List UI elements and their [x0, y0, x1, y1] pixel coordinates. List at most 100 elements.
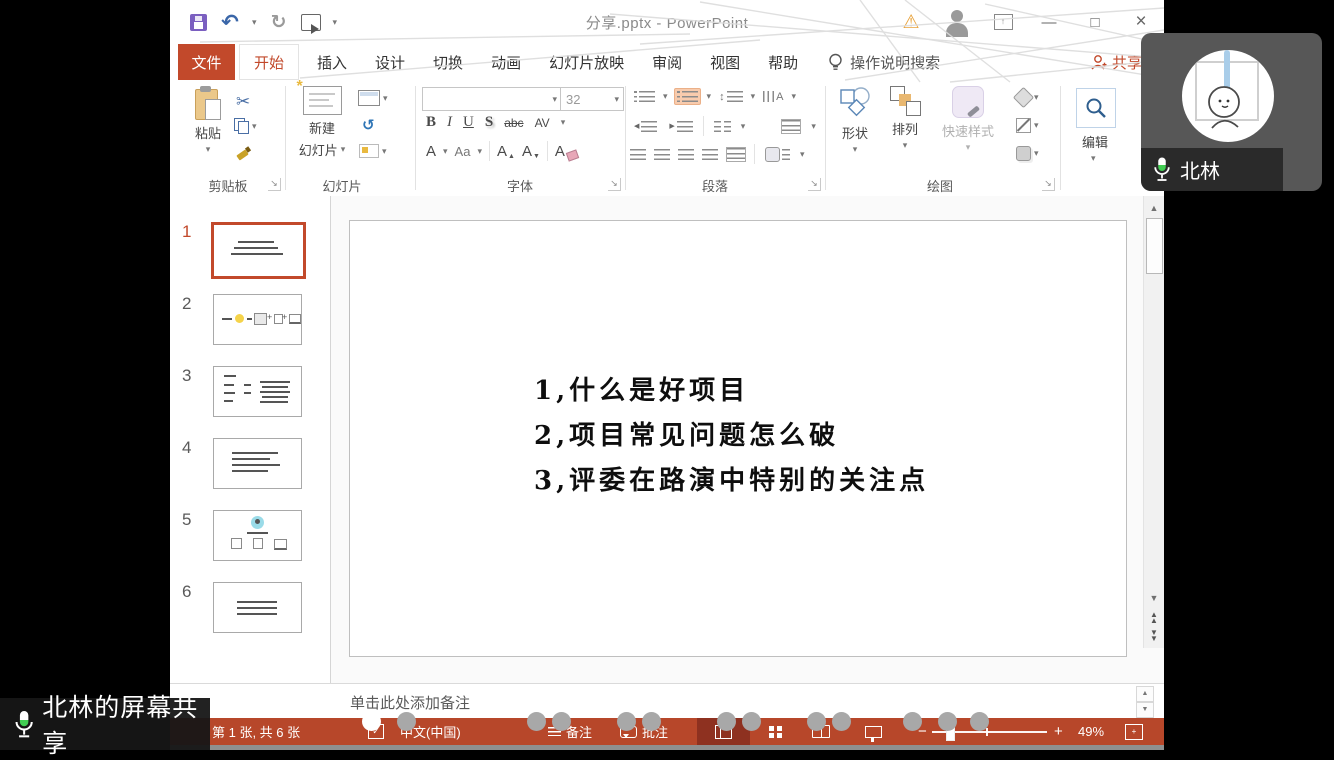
- character-spacing-button[interactable]: AV: [535, 116, 550, 130]
- shrink-font-button[interactable]: A▼: [522, 143, 540, 160]
- comments-toggle-button[interactable]: 批注: [620, 718, 668, 745]
- tab-home[interactable]: 开始: [239, 44, 299, 80]
- tab-insert[interactable]: 插入: [303, 44, 361, 80]
- slideshow-view-button[interactable]: [856, 718, 890, 745]
- scrollbar-thumb[interactable]: [1146, 218, 1163, 274]
- new-slide-button[interactable]: * 新建 幻灯片▾: [294, 86, 350, 159]
- proofing-button[interactable]: ✓: [368, 718, 384, 745]
- justify-button[interactable]: [702, 149, 718, 160]
- thumbnail-slide-6[interactable]: [213, 582, 302, 633]
- shape-effects-button[interactable]: ▾: [1016, 146, 1039, 161]
- reset-slide-button[interactable]: ↻: [362, 116, 375, 134]
- line-spacing-button[interactable]: ↕: [717, 89, 745, 105]
- tab-file[interactable]: 文件: [178, 44, 235, 80]
- align-text-button[interactable]: [779, 117, 803, 136]
- drawing-dialog-launcher[interactable]: ↘: [1042, 178, 1055, 191]
- change-case-button[interactable]: Aa: [455, 144, 471, 159]
- notes-scroll-up-icon[interactable]: ▲: [1136, 686, 1154, 702]
- section-button[interactable]: ▾: [359, 144, 387, 158]
- align-center-button[interactable]: [654, 149, 670, 160]
- thumbnail-slide-5[interactable]: [213, 510, 302, 561]
- slide-line-3[interactable]: 3,评委在路演中特别的关注点: [534, 459, 929, 504]
- zoom-out-button[interactable]: −: [918, 718, 927, 745]
- scroll-down-icon[interactable]: ▼: [1146, 590, 1162, 606]
- slide-layout-button[interactable]: ▾: [358, 90, 388, 106]
- tab-design[interactable]: 设计: [361, 44, 419, 80]
- thumbnail-slide-2[interactable]: + +: [213, 294, 302, 345]
- italic-button[interactable]: I: [447, 114, 452, 131]
- align-right-button[interactable]: [678, 149, 694, 160]
- account-button[interactable]: [934, 0, 980, 44]
- tab-transitions[interactable]: 切换: [419, 44, 477, 80]
- shape-fill-button[interactable]: ▾: [1016, 90, 1039, 105]
- thumbnail-slide-3[interactable]: [213, 366, 302, 417]
- maximize-button[interactable]: □: [1072, 0, 1118, 44]
- ribbon-display-options-button[interactable]: ↑: [980, 0, 1026, 44]
- slide-line-2[interactable]: 2,项目常见问题怎么破: [534, 414, 929, 459]
- normal-view-button[interactable]: [697, 718, 750, 745]
- slide-line-1[interactable]: 1,什么是好项目: [534, 369, 929, 414]
- language-button[interactable]: 中文(中国): [400, 718, 461, 745]
- tab-animations[interactable]: 动画: [477, 44, 535, 80]
- font-size-combo[interactable]: 32▾: [560, 87, 624, 111]
- notes-scrollbar[interactable]: ▲ ▼: [1136, 686, 1153, 716]
- thumbnail-slide-4[interactable]: [213, 438, 302, 489]
- font-name-combo[interactable]: ▾: [422, 87, 562, 111]
- shapes-button[interactable]: 形状 ▾: [832, 86, 878, 154]
- shape-outline-button[interactable]: ▾: [1016, 118, 1039, 133]
- font-color-button[interactable]: A: [426, 143, 436, 160]
- clear-formatting-button[interactable]: A: [555, 143, 578, 160]
- scroll-up-icon[interactable]: ▲: [1146, 200, 1162, 216]
- distribute-button[interactable]: [726, 147, 746, 162]
- convert-smartart-button[interactable]: [763, 145, 792, 164]
- paragraph-dialog-launcher[interactable]: ↘: [808, 178, 821, 191]
- text-shadow-button[interactable]: S: [485, 114, 493, 131]
- quick-styles-button[interactable]: 快速样式 ▾: [932, 86, 1004, 152]
- find-button[interactable]: [1076, 88, 1116, 128]
- numbering-button[interactable]: [674, 88, 701, 105]
- columns-button[interactable]: [712, 119, 733, 134]
- cut-button[interactable]: ✂: [236, 92, 250, 112]
- notes-placeholder[interactable]: 单击此处添加备注: [350, 692, 470, 713]
- bold-button[interactable]: B: [426, 114, 436, 131]
- tell-me-search[interactable]: 操作说明搜索: [812, 44, 940, 80]
- format-painter-button[interactable]: [236, 146, 250, 160]
- fit-to-window-button[interactable]: +: [1125, 718, 1143, 745]
- grow-font-button[interactable]: A▲: [497, 143, 515, 160]
- previous-slide-button[interactable]: ▲▲: [1146, 612, 1162, 624]
- notes-toggle-button[interactable]: 备注: [548, 718, 592, 745]
- share-button[interactable]: 共享: [1090, 44, 1142, 80]
- strikethrough-button[interactable]: abc: [504, 116, 523, 130]
- slide-body-text[interactable]: 1,什么是好项目 2,项目常见问题怎么破 3,评委在路演中特别的关注点: [534, 369, 929, 504]
- slide-scrollbar[interactable]: ▲ ▼ ▲▲ ▼▼: [1143, 196, 1164, 648]
- tab-view[interactable]: 视图: [696, 44, 754, 80]
- reading-view-button[interactable]: [804, 718, 838, 745]
- underline-button[interactable]: U: [463, 114, 474, 131]
- zoom-in-button[interactable]: +: [1054, 718, 1063, 745]
- editing-caret-icon[interactable]: ▾: [1091, 154, 1096, 163]
- clipboard-dialog-launcher[interactable]: ↘: [268, 178, 281, 191]
- paste-button[interactable]: 粘贴 ▾: [184, 86, 232, 154]
- font-dialog-launcher[interactable]: ↘: [608, 178, 621, 191]
- tab-review[interactable]: 审阅: [638, 44, 696, 80]
- minimize-button[interactable]: —: [1026, 0, 1072, 44]
- arrange-button[interactable]: 排列 ▾: [882, 86, 928, 150]
- thumbnail-slide-1[interactable]: [211, 222, 306, 279]
- notes-scroll-down-icon[interactable]: ▼: [1136, 702, 1154, 718]
- slide-sorter-view-button[interactable]: [758, 718, 792, 745]
- align-left-button[interactable]: [630, 149, 646, 160]
- zoom-level[interactable]: 49%: [1078, 718, 1104, 745]
- warning-icon[interactable]: ⚠: [888, 0, 934, 44]
- slide-canvas[interactable]: 1,什么是好项目 2,项目常见问题怎么破 3,评委在路演中特别的关注点: [349, 220, 1127, 657]
- decrease-indent-button[interactable]: ◀: [632, 119, 659, 134]
- webcam-tile[interactable]: ? 北林: [1141, 33, 1322, 191]
- tab-help[interactable]: 帮助: [754, 44, 812, 80]
- next-slide-button[interactable]: ▼▼: [1146, 630, 1162, 642]
- zoom-slider-thumb[interactable]: [946, 724, 955, 741]
- text-direction-button[interactable]: A: [761, 89, 785, 105]
- notes-pane[interactable]: 单击此处添加备注 ▲ ▼: [170, 683, 1164, 719]
- tab-slideshow[interactable]: 幻灯片放映: [535, 44, 638, 80]
- increase-indent-button[interactable]: ▶: [667, 119, 694, 134]
- copy-button[interactable]: ▾: [234, 118, 257, 134]
- bullets-button[interactable]: [632, 89, 657, 104]
